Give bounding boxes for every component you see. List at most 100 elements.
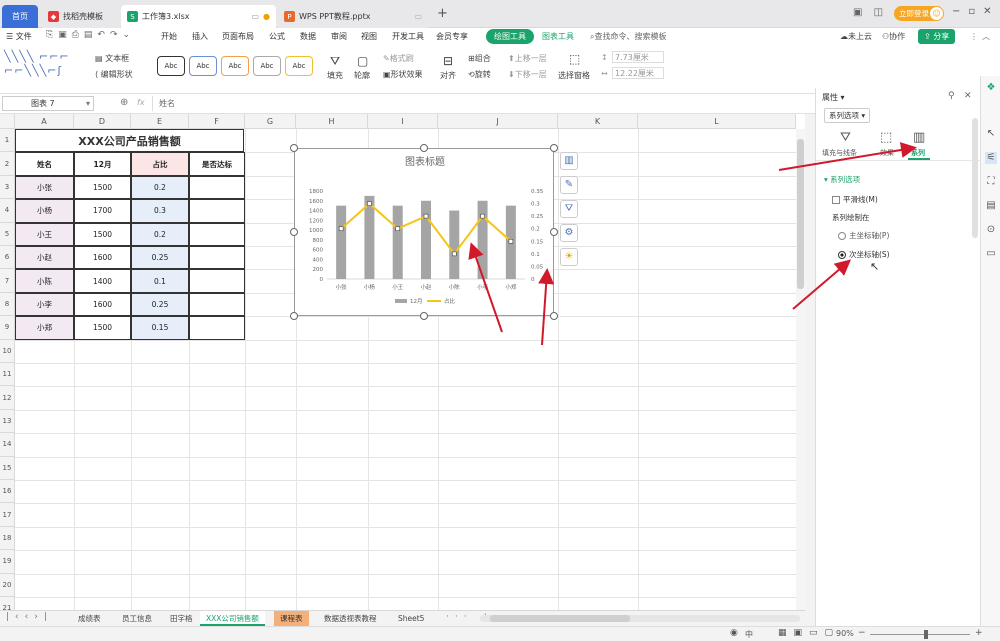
column-header-F[interactable]: F	[189, 114, 245, 129]
sidebar-properties-icon[interactable]: ⚟	[985, 152, 997, 164]
resize-handle[interactable]	[290, 312, 298, 320]
row-header-17[interactable]: 17	[0, 503, 15, 527]
column-header-D[interactable]: D	[74, 114, 131, 129]
sheet-tab[interactable]: 员工信息	[116, 611, 158, 626]
table-cell[interactable]: 0.2	[131, 175, 189, 200]
sidebar-apps-icon[interactable]: ❖	[985, 82, 997, 94]
table-header-cell[interactable]: 姓名	[15, 152, 74, 176]
shape-effect-button[interactable]: ▣形状效果	[383, 69, 423, 80]
row-header-9[interactable]: 9	[0, 316, 15, 340]
column-header-A[interactable]: A	[15, 114, 74, 129]
formula-input[interactable]: 姓名	[152, 96, 814, 111]
rotate-button[interactable]: ⟲旋转	[468, 69, 491, 80]
table-cell[interactable]: 小郑	[15, 316, 74, 340]
line-point-selected[interactable]	[451, 251, 457, 257]
row-header-11[interactable]: 11	[0, 363, 15, 387]
sidebar-crop-icon[interactable]: ⛶	[985, 176, 997, 188]
row-header-10[interactable]: 10	[0, 339, 15, 363]
group-button[interactable]: ⊞组合	[468, 53, 491, 64]
sheet-tab[interactable]: 课程表	[274, 611, 309, 626]
row-header-15[interactable]: 15	[0, 456, 15, 480]
resize-handle[interactable]	[550, 312, 558, 320]
format-painter-button[interactable]: ✎格式刷	[383, 53, 414, 64]
table-cell[interactable]	[189, 316, 245, 340]
menu-dev-tools[interactable]: 开发工具	[392, 31, 424, 42]
table-cell[interactable]: 小杨	[15, 199, 74, 223]
menu-home[interactable]: 开始	[161, 31, 177, 42]
resize-handle[interactable]	[550, 144, 558, 152]
menu-formula[interactable]: 公式	[269, 31, 285, 42]
zoom-level[interactable]: 90%	[836, 629, 854, 638]
sidebar-document-icon[interactable]: ▤	[985, 200, 997, 212]
sidebar-book-icon[interactable]: ▭	[985, 248, 997, 260]
line-point-selected[interactable]	[508, 238, 514, 244]
bar-12月[interactable]	[449, 210, 460, 279]
sheet-tab[interactable]: 田字格	[164, 611, 199, 626]
table-cell[interactable]: 小陈	[15, 269, 74, 293]
column-header-L[interactable]: L	[638, 114, 796, 129]
zoom-slider-thumb[interactable]	[924, 630, 928, 639]
tab-effect[interactable]: 效果	[880, 148, 894, 158]
bar-12月[interactable]	[364, 195, 375, 279]
tab-ppt[interactable]: P WPS PPT教程.pptx ▭	[278, 5, 428, 28]
quick-access-icons[interactable]: ⎘▣⎙▤↶↷⌄	[46, 30, 135, 40]
name-box[interactable]: 图表 7 ▾	[2, 96, 94, 111]
series-options-dropdown[interactable]: 系列选项 ▾	[824, 108, 871, 123]
shape-style-1[interactable]: Abc	[157, 56, 185, 76]
row-header-20[interactable]: 20	[0, 573, 15, 597]
table-title[interactable]: XXX公司产品销售额	[15, 129, 244, 152]
row-header-12[interactable]: 12	[0, 386, 15, 410]
table-cell[interactable]: 小王	[15, 222, 74, 246]
menu-review[interactable]: 审阅	[331, 31, 347, 42]
row-header-13[interactable]: 13	[0, 409, 15, 434]
cloud-status[interactable]: ☁未上云	[840, 31, 872, 42]
window-controls[interactable]: −▫✕	[952, 6, 1000, 17]
send-backward-button[interactable]: ⬇下移一层	[508, 69, 547, 80]
table-cell[interactable]: 0.3	[131, 199, 189, 223]
height-input[interactable]: 7.73厘米	[612, 51, 664, 63]
chart-filter-icon[interactable]: ⛛	[560, 200, 578, 218]
primary-axis-radio[interactable]: 主坐标轴(P)	[838, 230, 889, 241]
chart-style-brush-icon[interactable]: ✎	[560, 176, 578, 194]
table-cell[interactable]	[189, 175, 245, 200]
table-cell[interactable]: 0.25	[131, 246, 189, 270]
row-header-16[interactable]: 16	[0, 480, 15, 504]
zoom-slider[interactable]	[870, 630, 970, 639]
table-cell[interactable]: 0.15	[131, 316, 189, 340]
ime-indicator[interactable]: 中	[745, 629, 753, 640]
menu-chart-tools[interactable]: 图表工具	[542, 31, 574, 42]
table-cell[interactable]: 小李	[15, 292, 74, 317]
table-cell[interactable]: 1500	[74, 175, 131, 200]
horizontal-scroll-thumb[interactable]	[490, 615, 630, 622]
row-header-1[interactable]: 1	[0, 129, 15, 153]
column-header-J[interactable]: J	[438, 114, 558, 129]
table-cell[interactable]: 0.2	[131, 222, 189, 246]
pin-icon[interactable]: ⚲	[948, 91, 955, 101]
menu-view[interactable]: 视图	[361, 31, 377, 42]
resize-handle[interactable]	[550, 228, 558, 236]
shape-style-2[interactable]: Abc	[189, 56, 217, 76]
shape-style-5[interactable]: Abc	[285, 56, 313, 76]
sidebar-location-icon[interactable]: ⊙	[985, 224, 997, 236]
table-cell[interactable]: 1400	[74, 269, 131, 293]
view-mode-icons[interactable]: ▦▣▭▢	[778, 628, 840, 638]
menu-data[interactable]: 数据	[300, 31, 316, 42]
new-tab-button[interactable]: +	[437, 6, 448, 21]
bar-12月[interactable]	[421, 200, 431, 279]
table-header-cell[interactable]: 占比	[131, 152, 189, 176]
row-header-8[interactable]: 8	[0, 292, 15, 317]
tab-fill-line[interactable]: 填充与线条	[822, 148, 857, 158]
row-header-19[interactable]: 19	[0, 550, 15, 574]
row-header-2[interactable]: 2	[0, 152, 15, 176]
table-cell[interactable]: 1500	[74, 222, 131, 246]
collab-button[interactable]: ⚇协作	[882, 31, 905, 42]
tab-workbook[interactable]: S 工作簿3.xlsx ▭ ●	[121, 5, 276, 28]
table-cell[interactable]: 小赵	[15, 246, 74, 270]
sheet-tab[interactable]: 数据透视表教程	[318, 611, 383, 626]
table-cell[interactable]	[189, 269, 245, 293]
table-cell[interactable]	[189, 292, 245, 317]
menu-page-layout[interactable]: 页面布局	[222, 31, 254, 42]
shape-style-3[interactable]: Abc	[221, 56, 249, 76]
table-cell[interactable]	[189, 222, 245, 246]
align-button[interactable]: 对齐	[440, 70, 456, 81]
